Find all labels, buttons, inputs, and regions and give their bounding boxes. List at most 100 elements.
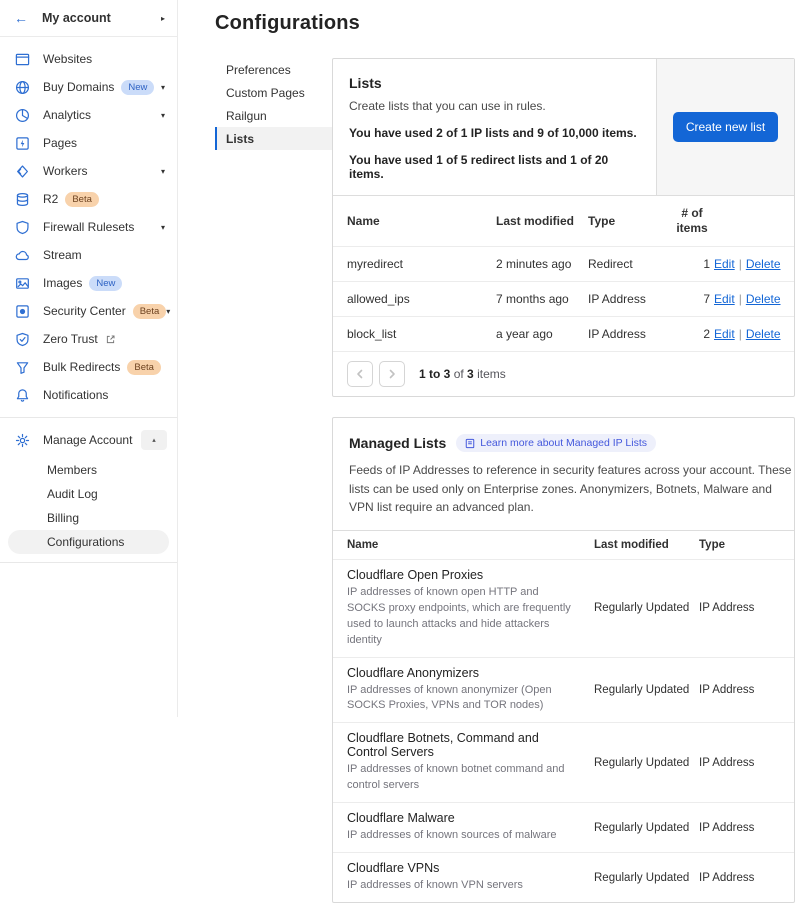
sidebar-header: ← My account ▸ bbox=[0, 0, 177, 37]
caret-right-icon[interactable]: ▸ bbox=[161, 14, 165, 23]
caret-down-icon: ▾ bbox=[166, 307, 170, 316]
table-row: myredirect 2 minutes ago Redirect 1 Edit… bbox=[333, 247, 794, 282]
sidebar-item-bulk-redirects[interactable]: Bulk Redirects Beta bbox=[0, 353, 177, 381]
pagination-prev-button[interactable] bbox=[347, 361, 373, 387]
lists-card: Lists Create lists that you can use in r… bbox=[332, 58, 795, 397]
sidebar-item-notifications[interactable]: Notifications bbox=[0, 381, 177, 409]
sidebar-item-security-center[interactable]: Security Center Beta ▾ bbox=[0, 297, 177, 325]
collapse-section-button[interactable]: ▴ bbox=[141, 430, 167, 450]
funnel-icon bbox=[15, 360, 30, 375]
sidebar-item-audit-log[interactable]: Audit Log bbox=[8, 482, 169, 506]
col-header-actions bbox=[714, 211, 794, 231]
list-type: IP Address bbox=[588, 282, 670, 316]
sidebar-item-analytics[interactable]: Analytics ▾ bbox=[0, 101, 177, 129]
edit-link[interactable]: Edit bbox=[714, 292, 735, 306]
delete-link[interactable]: Delete bbox=[746, 327, 781, 341]
account-subnav: Members Audit Log Billing Configurations bbox=[0, 454, 177, 554]
edit-link[interactable]: Edit bbox=[714, 327, 735, 341]
caret-down-icon: ▾ bbox=[161, 223, 165, 232]
list-last-modified: a year ago bbox=[496, 317, 588, 351]
create-new-list-button[interactable]: Create new list bbox=[673, 112, 778, 142]
new-badge: New bbox=[121, 80, 154, 95]
delete-link[interactable]: Delete bbox=[746, 257, 781, 271]
lists-card-description: Create lists that you can use in rules. bbox=[349, 99, 640, 113]
pagination-next-button[interactable] bbox=[379, 361, 405, 387]
main-content: Configurations Preferences Custom Pages … bbox=[178, 0, 800, 717]
sidebar-item-workers[interactable]: Workers ▾ bbox=[0, 157, 177, 185]
delete-link[interactable]: Delete bbox=[746, 292, 781, 306]
sidebar-item-pages[interactable]: Pages bbox=[0, 129, 177, 157]
sidebar-item-websites[interactable]: Websites bbox=[0, 45, 177, 73]
managed-list-type: IP Address bbox=[699, 749, 794, 777]
sidebar-item-stream[interactable]: Stream bbox=[0, 241, 177, 269]
sidebar: ← My account ▸ Websites Buy Domains New … bbox=[0, 0, 178, 717]
managed-lists-card: Managed Lists Learn more about Managed I… bbox=[332, 417, 795, 903]
sidebar-nav: Websites Buy Domains New ▾ Analytics ▾ P… bbox=[0, 37, 177, 409]
action-separator: | bbox=[739, 257, 742, 271]
database-icon bbox=[15, 192, 30, 207]
lists-card-title: Lists bbox=[349, 75, 640, 91]
managed-list-description: IP addresses of known VPN servers bbox=[347, 878, 578, 894]
security-center-icon bbox=[15, 304, 30, 319]
sidebar-item-manage-account[interactable]: Manage Account ▴ bbox=[0, 426, 177, 454]
lightning-page-icon bbox=[15, 136, 30, 151]
managed-list-description: IP addresses of known sources of malware bbox=[347, 828, 578, 844]
edit-link[interactable]: Edit bbox=[714, 257, 735, 271]
page-title: Configurations bbox=[215, 12, 795, 35]
shield-check-icon bbox=[15, 332, 30, 347]
sidebar-item-r2[interactable]: R2 Beta bbox=[0, 185, 177, 213]
sidebar-item-configurations[interactable]: Configurations bbox=[8, 530, 169, 554]
action-separator: | bbox=[739, 292, 742, 306]
list-type: IP Address bbox=[588, 317, 670, 351]
caret-down-icon: ▾ bbox=[161, 167, 165, 176]
shield-icon bbox=[15, 220, 30, 235]
create-list-panel: Create new list bbox=[656, 59, 794, 195]
sidebar-item-images[interactable]: Images New bbox=[0, 269, 177, 297]
col-header-type: Type bbox=[699, 531, 794, 559]
ip-lists-usage: You have used 2 of 1 IP lists and 9 of 1… bbox=[349, 126, 640, 140]
managed-list-last-modified: Regularly Updated bbox=[594, 594, 699, 622]
redirect-lists-usage: You have used 1 of 5 redirect lists and … bbox=[349, 153, 640, 181]
table-row: Cloudflare Botnets, Command and Control … bbox=[333, 723, 794, 803]
table-row: block_list a year ago IP Address 2 Edit|… bbox=[333, 317, 794, 352]
managed-list-description: IP addresses of known botnet command and… bbox=[347, 762, 578, 794]
sidebar-divider bbox=[0, 562, 177, 563]
pagination-summary: 1 to 3 of 3 items bbox=[419, 367, 506, 381]
managed-list-type: IP Address bbox=[699, 814, 794, 842]
list-item-count: 2 bbox=[670, 317, 714, 351]
col-header-name: Name bbox=[333, 204, 496, 238]
managed-list-name: Cloudflare Open Proxies bbox=[347, 568, 578, 582]
col-header-last-modified: Last modified bbox=[496, 204, 588, 238]
managed-list-name: Cloudflare Anonymizers bbox=[347, 666, 578, 680]
subnav-item-lists[interactable]: Lists bbox=[215, 127, 332, 150]
list-item-count: 1 bbox=[670, 247, 714, 281]
subnav-item-custom-pages[interactable]: Custom Pages bbox=[215, 81, 332, 104]
back-arrow-icon[interactable]: ← bbox=[14, 10, 28, 26]
managed-list-name: Cloudflare Botnets, Command and Control … bbox=[347, 731, 578, 759]
managed-lists-table: Name Last modified Type Cloudflare Open … bbox=[333, 530, 794, 902]
managed-list-last-modified: Regularly Updated bbox=[594, 676, 699, 704]
subnav-item-preferences[interactable]: Preferences bbox=[215, 58, 332, 81]
sidebar-item-firewall-rulesets[interactable]: Firewall Rulesets ▾ bbox=[0, 213, 177, 241]
caret-down-icon: ▾ bbox=[161, 83, 165, 92]
sidebar-item-members[interactable]: Members bbox=[8, 458, 169, 482]
managed-lists-title: Managed Lists bbox=[349, 435, 446, 451]
table-row: allowed_ips 7 months ago IP Address 7 Ed… bbox=[333, 282, 794, 317]
globe-icon bbox=[15, 80, 30, 95]
beta-badge: Beta bbox=[65, 192, 99, 207]
sidebar-item-billing[interactable]: Billing bbox=[8, 506, 169, 530]
cloud-icon bbox=[15, 248, 30, 263]
lists-table: Name Last modified Type # of items myred… bbox=[333, 195, 794, 352]
managed-table-header: Name Last modified Type bbox=[333, 531, 794, 560]
gear-icon bbox=[15, 433, 30, 448]
browser-window-icon bbox=[15, 52, 30, 67]
sidebar-item-buy-domains[interactable]: Buy Domains New ▾ bbox=[0, 73, 177, 101]
col-header-items: # of items bbox=[670, 196, 714, 246]
pagination: 1 to 3 of 3 items bbox=[333, 352, 794, 396]
learn-more-link[interactable]: Learn more about Managed IP Lists bbox=[456, 434, 656, 452]
subnav-item-railgun[interactable]: Railgun bbox=[215, 104, 332, 127]
sidebar-item-zero-trust[interactable]: Zero Trust bbox=[0, 325, 177, 353]
pie-chart-icon bbox=[15, 108, 30, 123]
managed-list-type: IP Address bbox=[699, 864, 794, 892]
managed-list-last-modified: Regularly Updated bbox=[594, 749, 699, 777]
